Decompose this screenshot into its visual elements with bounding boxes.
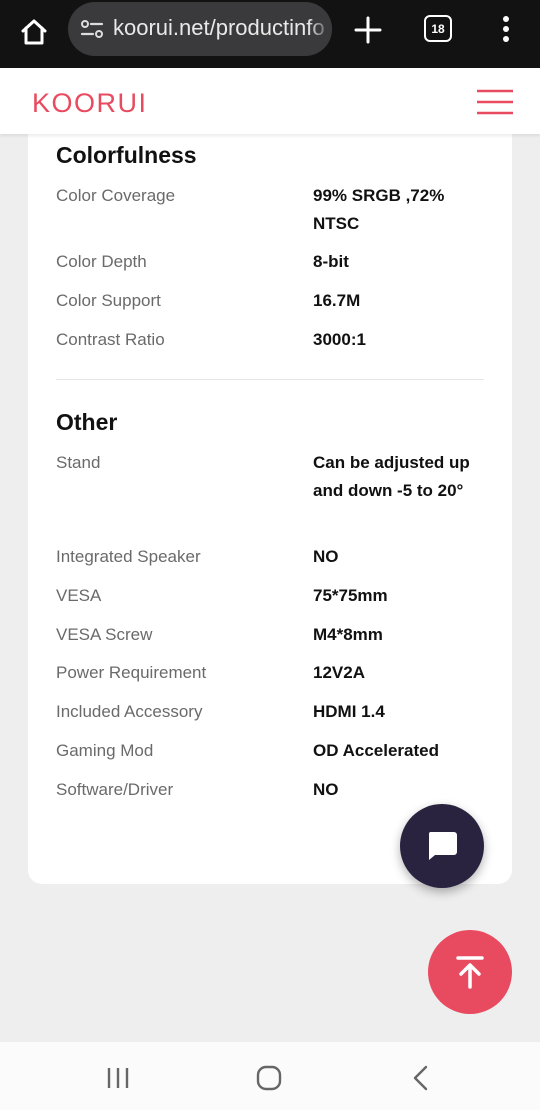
nav-home-icon[interactable] bbox=[254, 1064, 284, 1092]
spec-value: 99% SRGB ,72% NTSC bbox=[313, 186, 445, 233]
back-chevron-icon[interactable] bbox=[406, 1064, 436, 1092]
spec-label: Included Accessory bbox=[56, 702, 203, 721]
url-text[interactable]: koorui.net/productinfo bbox=[113, 15, 325, 41]
section-divider bbox=[56, 379, 484, 380]
spec-value: 75*75mm bbox=[313, 586, 388, 605]
site-header: KOORUI bbox=[0, 68, 540, 134]
arrow-up-to-top-icon bbox=[456, 956, 484, 989]
system-nav-bar bbox=[0, 1042, 540, 1110]
site-settings-icon[interactable] bbox=[80, 17, 104, 41]
spec-value: 3000:1 bbox=[313, 330, 366, 349]
spec-value: NO bbox=[313, 780, 339, 799]
spec-label: VESA Screw bbox=[56, 625, 153, 644]
koorui-logo[interactable]: KOORUI bbox=[32, 88, 172, 116]
spec-value: OD Accelerated bbox=[313, 741, 439, 760]
url-fade bbox=[308, 2, 332, 56]
spec-value: Can be adjusted up and down -5 to 20° bbox=[313, 453, 470, 500]
chat-button[interactable] bbox=[400, 804, 484, 888]
section-title-other: Other bbox=[56, 409, 118, 435]
recent-apps-icon[interactable] bbox=[104, 1064, 134, 1092]
spec-value: HDMI 1.4 bbox=[313, 702, 385, 721]
home-icon bbox=[21, 19, 47, 45]
spec-label: Integrated Speaker bbox=[56, 547, 201, 566]
spec-label: Color Support bbox=[56, 291, 161, 310]
address-bar[interactable]: koorui.net/productinfo bbox=[68, 2, 332, 56]
more-vertical-icon[interactable] bbox=[494, 14, 518, 44]
plus-icon[interactable] bbox=[350, 12, 386, 48]
spec-value: M4*8mm bbox=[313, 625, 383, 644]
back-to-top-button[interactable] bbox=[428, 930, 512, 1014]
tab-switcher-button[interactable]: 18 bbox=[424, 15, 452, 42]
spec-label: Power Requirement bbox=[56, 663, 207, 682]
spec-label: Contrast Ratio bbox=[56, 330, 165, 349]
hamburger-menu-icon[interactable] bbox=[476, 88, 514, 116]
spec-label: Software/Driver bbox=[56, 780, 174, 799]
section-title-colorfulness: Colorfulness bbox=[56, 142, 197, 168]
spec-value: 8-bit bbox=[313, 252, 349, 271]
spec-label: Stand bbox=[56, 453, 101, 472]
spec-label: Color Depth bbox=[56, 252, 147, 271]
spec-value: NO bbox=[313, 547, 339, 566]
spec-card: Colorfulness Color Coverage 99% SRGB ,72… bbox=[28, 120, 512, 884]
spec-label: VESA bbox=[56, 586, 102, 605]
spec-value: 16.7M bbox=[313, 291, 361, 310]
home-button[interactable] bbox=[14, 12, 54, 52]
spec-label: Gaming Mod bbox=[56, 741, 154, 760]
logo-text: KOORUI bbox=[32, 88, 148, 116]
spec-value: 12V2A bbox=[313, 663, 365, 682]
browser-toolbar: koorui.net/productinfo 18 bbox=[0, 0, 540, 68]
spec-label: Color Coverage bbox=[56, 186, 176, 205]
chat-bubble-icon bbox=[428, 832, 457, 860]
